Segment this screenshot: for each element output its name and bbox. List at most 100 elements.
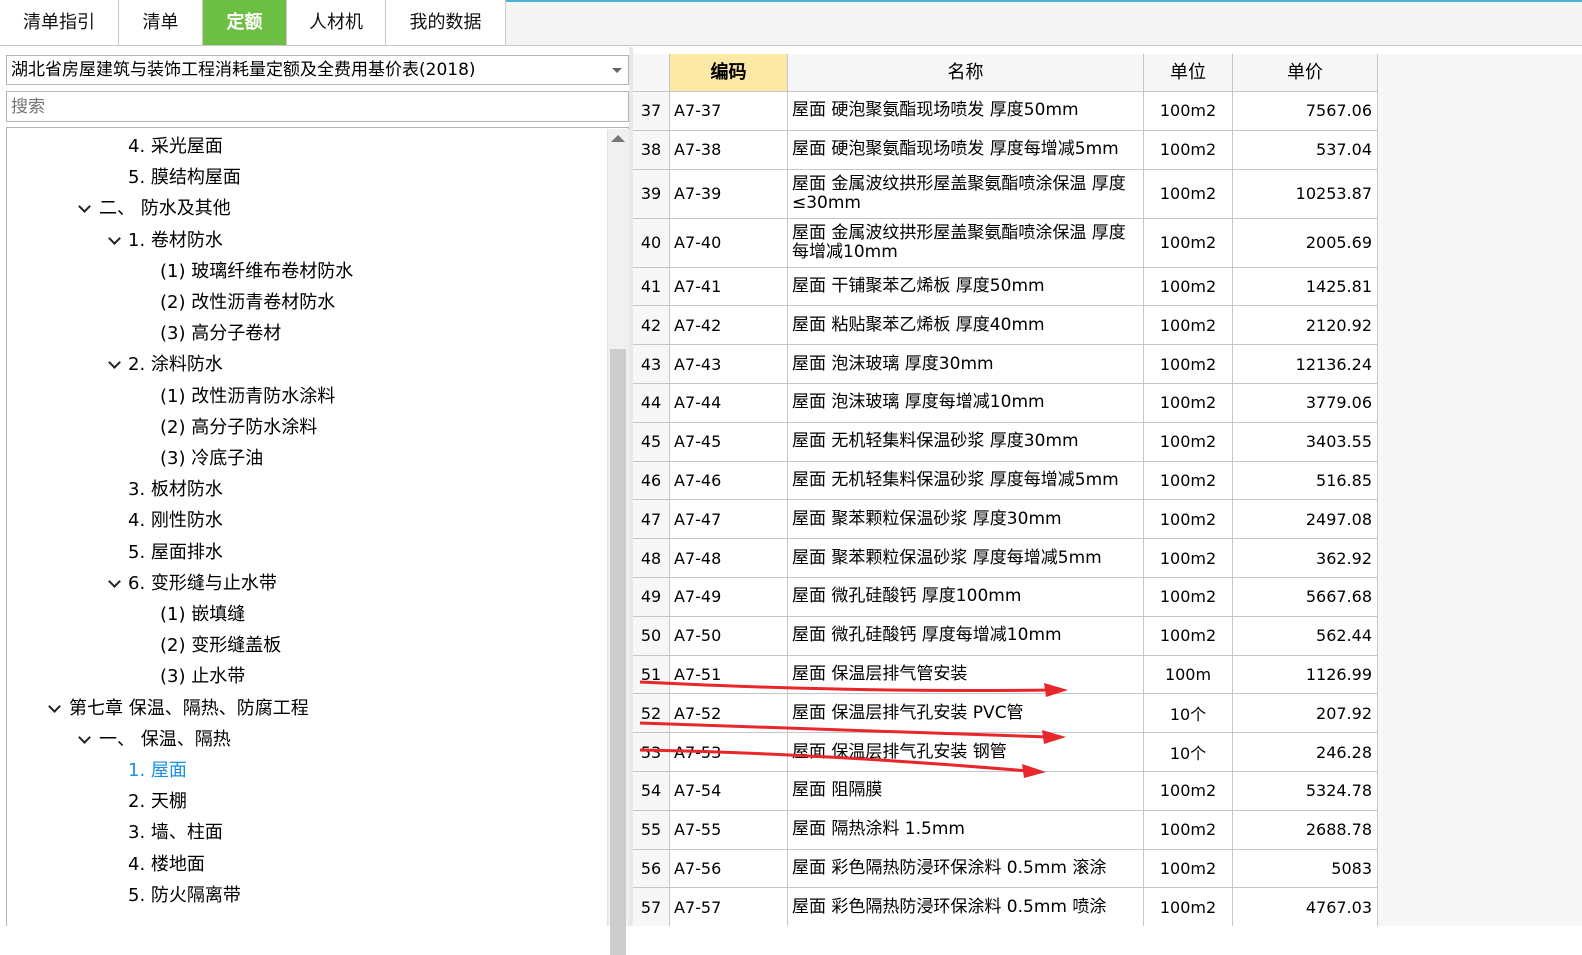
tree-item-label: (2) 高分子防水涂料 xyxy=(160,416,318,438)
tree-item[interactable]: 5. 防火隔离带 xyxy=(7,880,607,911)
tree-item[interactable]: (2) 变形缝盖板 xyxy=(7,630,607,661)
table-row[interactable]: 47 A7-47 屋面 聚苯颗粒保温砂浆 厚度30mm 100m2 2497.08 xyxy=(633,500,1378,540)
chevron-down-icon[interactable] xyxy=(77,193,93,224)
table-row[interactable]: 44 A7-44 屋面 泡沫玻璃 厚度每增减10mm 100m2 3779.06 xyxy=(633,384,1378,423)
tab-bar-accent-line xyxy=(506,0,1582,2)
chevron-down-icon[interactable] xyxy=(107,568,123,599)
unit-cell: 100m2 xyxy=(1144,888,1233,926)
code-cell: A7-48 xyxy=(670,539,788,578)
table-row[interactable]: 38 A7-38 屋面 硬泡聚氨酯现场喷发 厚度每增减5mm 100m2 537.04 xyxy=(633,130,1378,170)
quota-library-select[interactable]: 湖北省房屋建筑与装饰工程消耗量定额及全费用基价表(2018) xyxy=(6,55,629,85)
code-cell: A7-45 xyxy=(670,422,788,462)
table-row[interactable]: 46 A7-46 屋面 无机轻集料保温砂浆 厚度每增减5mm 100m2 516.85 xyxy=(633,461,1378,501)
price-cell: 3403.55 xyxy=(1233,422,1378,462)
unit-cell: 100m2 xyxy=(1144,422,1233,462)
table-row[interactable]: 55 A7-55 屋面 隔热涂料 1.5mm 100m2 2688.78 xyxy=(633,810,1378,850)
header-unit[interactable]: 单位 xyxy=(1144,54,1233,92)
name-cell: 屋面 金属波纹拱形屋盖聚氨酯喷涂保温 厚度≤30mm xyxy=(788,169,1144,219)
chevron-down-icon[interactable] xyxy=(47,693,63,724)
table-row[interactable]: 50 A7-50 屋面 微孔硅酸钙 厚度每增减10mm 100m2 562.44 xyxy=(633,616,1378,656)
tree-item[interactable]: 第七章 保温、隔热、防腐工程 xyxy=(7,693,607,724)
chevron-down-icon[interactable] xyxy=(107,349,123,380)
tree-item-label: 3. 板材防水 xyxy=(128,479,223,501)
scroll-up-arrow-icon[interactable] xyxy=(611,135,625,142)
name-cell: 屋面 硬泡聚氨酯现场喷发 厚度50mm xyxy=(788,92,1144,131)
tree-item[interactable]: (2) 高分子防水涂料 xyxy=(7,412,607,443)
price-cell: 5324.78 xyxy=(1233,772,1378,811)
tree-item[interactable]: 4. 采光屋面 xyxy=(7,131,607,162)
quota-grid: 编码 名称 单位 单价 37 A7-37 屋面 硬泡聚氨酯现场喷发 厚度50mm 10… xyxy=(633,54,1378,926)
table-row[interactable]: 57 A7-57 屋面 彩色隔热防浸环保涂料 0.5mm 喷涂 100m2 4767.0… xyxy=(633,888,1378,926)
tree-item[interactable]: (2) 改性沥青卷材防水 xyxy=(7,287,607,318)
code-cell: A7-56 xyxy=(670,849,788,889)
tab-labor-material-machine[interactable]: 人材机 xyxy=(287,0,386,45)
tree-item-label: 5. 屋面排水 xyxy=(128,541,223,563)
tree-item[interactable]: (3) 冷底子油 xyxy=(7,443,607,474)
unit-cell: 100m2 xyxy=(1144,461,1233,501)
table-row[interactable]: 40 A7-40 屋面 金属波纹拱形屋盖聚氨酯喷涂保温 厚度每增减10mm 100m2… xyxy=(633,218,1378,268)
table-row[interactable]: 43 A7-43 屋面 泡沫玻璃 厚度30mm 100m2 12136.24 xyxy=(633,345,1378,384)
tree-scrollbar-thumb[interactable] xyxy=(610,349,626,955)
header-name[interactable]: 名称 xyxy=(788,54,1144,92)
tree-item[interactable]: 一、 保温、隔热 xyxy=(7,724,607,755)
tab-list-guide[interactable]: 清单指引 xyxy=(0,0,119,45)
table-row[interactable]: 37 A7-37 屋面 硬泡聚氨酯现场喷发 厚度50mm 100m2 7567.06 xyxy=(633,92,1378,131)
name-cell: 屋面 聚苯颗粒保温砂浆 厚度每增减5mm xyxy=(788,539,1144,578)
tree-item[interactable]: (3) 止水带 xyxy=(7,661,607,692)
table-row[interactable]: 56 A7-56 屋面 彩色隔热防浸环保涂料 0.5mm 滚涂 100m2 5083 xyxy=(633,849,1378,889)
tree-item-label: (1) 改性沥青防水涂料 xyxy=(160,385,336,407)
table-row[interactable]: 39 A7-39 屋面 金属波纹拱形屋盖聚氨酯喷涂保温 厚度≤30mm 100m2 10… xyxy=(633,169,1378,219)
name-cell: 屋面 金属波纹拱形屋盖聚氨酯喷涂保温 厚度每增减10mm xyxy=(788,218,1144,268)
tree-item[interactable]: 4. 楼地面 xyxy=(7,849,607,880)
tree-item[interactable]: 5. 屋面排水 xyxy=(7,537,607,568)
row-number-cell: 55 xyxy=(633,810,670,850)
tree-item[interactable]: 4. 刚性防水 xyxy=(7,505,607,536)
tree-item-label: 1. 卷材防水 xyxy=(128,229,223,251)
tree-item-label: (3) 冷底子油 xyxy=(160,448,264,469)
chevron-down-icon[interactable] xyxy=(77,724,93,755)
chevron-down-icon[interactable] xyxy=(107,225,123,256)
table-row[interactable]: 51 A7-51 屋面 保温层排气管安装 100m 1126.99 xyxy=(633,655,1378,695)
tree-item[interactable]: 二、 防水及其他 xyxy=(7,193,607,224)
tree-item[interactable]: (1) 玻璃纤维布卷材防水 xyxy=(7,256,607,287)
table-row[interactable]: 42 A7-42 屋面 粘贴聚苯乙烯板 厚度40mm 100m2 2120.92 xyxy=(633,306,1378,346)
table-row[interactable]: 48 A7-48 屋面 聚苯颗粒保温砂浆 厚度每增减5mm 100m2 362.92 xyxy=(633,539,1378,578)
search-input[interactable] xyxy=(6,91,629,122)
name-cell: 屋面 保温层排气管安装 xyxy=(788,655,1144,695)
header-code[interactable]: 编码 xyxy=(670,54,788,92)
tree-item[interactable]: 5. 膜结构屋面 xyxy=(7,162,607,193)
row-number-cell: 43 xyxy=(633,345,670,384)
unit-cell: 100m2 xyxy=(1144,578,1233,617)
row-number-cell: 45 xyxy=(633,422,670,462)
tree-item[interactable]: 3. 板材防水 xyxy=(7,474,607,505)
unit-cell: 100m2 xyxy=(1144,500,1233,540)
table-row[interactable]: 41 A7-41 屋面 干铺聚苯乙烯板 厚度50mm 100m2 1425.81 xyxy=(633,267,1378,307)
tab-bill[interactable]: 清单 xyxy=(119,0,203,45)
tree-item[interactable]: (1) 嵌填缝 xyxy=(7,599,607,630)
table-row[interactable]: 49 A7-49 屋面 微孔硅酸钙 厚度100mm 100m2 5667.68 xyxy=(633,578,1378,617)
tree-item[interactable]: 1. 卷材防水 xyxy=(7,225,607,256)
name-cell: 屋面 泡沫玻璃 厚度30mm xyxy=(788,345,1144,384)
table-row[interactable]: 52 A7-52 屋面 保温层排气孔安装 PVC管 10个 207.92 xyxy=(633,694,1378,734)
unit-cell: 10个 xyxy=(1144,694,1233,734)
tree-item[interactable]: 1. 屋面 xyxy=(7,755,607,786)
tree-item[interactable]: 6. 变形缝与止水带 xyxy=(7,568,607,599)
price-cell: 516.85 xyxy=(1233,461,1378,501)
tab-quota[interactable]: 定额 xyxy=(203,0,287,45)
tree-item[interactable]: 2. 涂料防水 xyxy=(7,349,607,380)
table-row[interactable]: 53 A7-53 屋面 保温层排气孔安装 钢管 10个 246.28 xyxy=(633,733,1378,772)
name-cell: 屋面 隔热涂料 1.5mm xyxy=(788,810,1144,850)
tree-scrollbar[interactable] xyxy=(607,129,629,955)
unit-cell: 100m2 xyxy=(1144,218,1233,268)
table-row[interactable]: 45 A7-45 屋面 无机轻集料保温砂浆 厚度30mm 100m2 3403.55 xyxy=(633,422,1378,462)
name-cell: 屋面 彩色隔热防浸环保涂料 0.5mm 滚涂 xyxy=(788,849,1144,889)
tree-item[interactable]: 2. 天棚 xyxy=(7,786,607,817)
chevron-down-icon[interactable] xyxy=(612,68,622,73)
tab-my-data[interactable]: 我的数据 xyxy=(386,0,506,45)
table-row[interactable]: 54 A7-54 屋面 阻隔膜 100m2 5324.78 xyxy=(633,772,1378,811)
tree-item[interactable]: (3) 高分子卷材 xyxy=(7,318,607,349)
code-cell: A7-44 xyxy=(670,384,788,423)
tree-item[interactable]: (1) 改性沥青防水涂料 xyxy=(7,381,607,412)
tree-item[interactable]: 3. 墙、柱面 xyxy=(7,817,607,848)
header-price[interactable]: 单价 xyxy=(1233,54,1378,92)
